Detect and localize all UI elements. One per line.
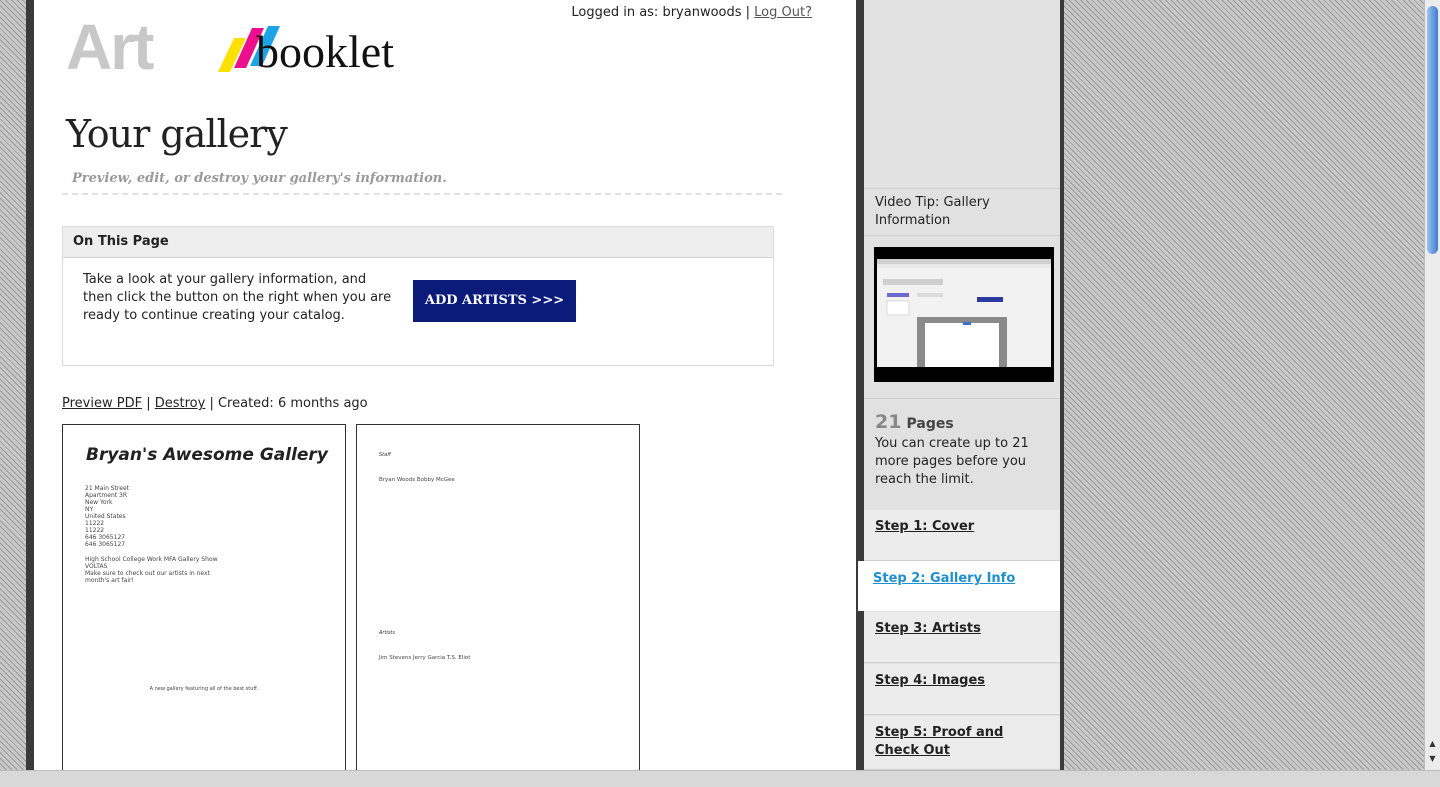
address-line: 11222	[85, 527, 105, 534]
pages-remaining: 21 Pages You can create up to 21 more pa…	[864, 398, 1060, 510]
step-images-link[interactable]: Step 4: Images	[864, 664, 1060, 715]
destroy-link[interactable]: Destroy	[155, 396, 206, 411]
step-cover-link[interactable]: Step 1: Cover	[864, 510, 1060, 561]
staff-names: Bryan Woods Bobby McGee	[379, 477, 455, 483]
pages-count: 21	[875, 411, 902, 433]
gallery-name: Bryan's Awesome Gallery	[86, 445, 328, 465]
scrollbar-thumb[interactable]	[1427, 6, 1438, 254]
logo-booklet-text: booklet	[256, 26, 394, 77]
main-content: Logged in as: bryanwoods | Log Out? Art …	[34, 0, 856, 770]
video-tip-thumbnail[interactable]	[874, 247, 1054, 382]
address-line: 646 3065127	[85, 534, 126, 541]
show-line: VOLTAS	[85, 563, 108, 570]
pages-description: You can create up to 21 more pages befor…	[875, 436, 1029, 487]
artbooklet-logo[interactable]: Art booklet	[66, 14, 426, 84]
screenshot-icon	[877, 259, 1051, 367]
address-line: 11222	[85, 520, 105, 527]
gallery-description: A new gallery featuring all of the best …	[149, 686, 259, 692]
separator: |	[142, 396, 155, 411]
window-frame-right	[1060, 0, 1064, 770]
page-title: Your gallery	[66, 112, 288, 156]
scroll-up-arrow-icon[interactable]: ▲	[1425, 737, 1440, 750]
show-line: Make sure to check out our artists in ne…	[85, 570, 210, 584]
video-tip-label: Video Tip: Gallery Information	[864, 188, 1060, 236]
step-gallery-info-link[interactable]: Step 2: Gallery Info	[858, 561, 1060, 611]
divider	[62, 193, 782, 195]
window-frame-left	[26, 0, 34, 770]
scroll-down-arrow-icon[interactable]: ▼	[1425, 752, 1440, 765]
sidebar: Video Tip: Gallery Information 21 Pages …	[864, 0, 1060, 770]
gallery-actions: Preview PDF | Destroy | Created: 6 month…	[62, 396, 368, 411]
page-subtitle: Preview, edit, or destroy your gallery's…	[72, 171, 447, 186]
address-line: New York	[85, 499, 113, 506]
address-line: United States	[85, 513, 126, 520]
login-status: Logged in as: bryanwoods | Log Out?	[571, 5, 812, 20]
pdf-preview-page-2: Staff Bryan Woods Bobby McGee Artists Ji…	[356, 424, 640, 770]
logo-art-text: Art	[66, 11, 154, 83]
sidebar-divider	[856, 0, 864, 770]
step-artists-link[interactable]: Step 3: Artists	[864, 612, 1060, 663]
artists-heading: Artists	[379, 630, 395, 636]
vertical-scrollbar[interactable]: ▲ ▼	[1424, 0, 1440, 770]
address-line: NY	[85, 506, 94, 513]
step-proof-checkout-link[interactable]: Step 5: Proof and Check Out	[864, 716, 1060, 770]
show-line: High School College Work MFA Gallery Sho…	[85, 556, 218, 563]
artist-names: Jim Stevens Jerry Garcia T.S. Eliot	[379, 655, 471, 661]
address-line: Apartment 3R	[85, 492, 127, 499]
pages-word: Pages	[906, 416, 954, 432]
logged-in-text: Logged in as: bryanwoods |	[571, 5, 751, 20]
video-screenshot	[877, 259, 1051, 367]
add-artists-button[interactable]: ADD ARTISTS >>>	[413, 280, 576, 322]
gallery-address: 21 Main Street Apartment 3R New York NY …	[85, 485, 129, 548]
address-line: 646 3065127	[85, 541, 126, 548]
pdf-preview-page-1: Bryan's Awesome Gallery 21 Main Street A…	[62, 424, 346, 770]
on-this-page-text: Take a look at your gallery information,…	[83, 272, 392, 323]
separator: |	[205, 396, 218, 411]
horizontal-scrollbar[interactable]	[0, 770, 1440, 787]
address-line: 21 Main Street	[85, 485, 130, 492]
staff-heading: Staff	[379, 452, 391, 458]
on-this-page-box: On This Page Take a look at your gallery…	[62, 226, 774, 366]
on-this-page-heading: On This Page	[63, 227, 773, 258]
created-text: Created: 6 months ago	[217, 396, 368, 411]
logout-link[interactable]: Log Out?	[754, 5, 812, 20]
gallery-show-info: High School College Work MFA Gallery Sho…	[85, 556, 225, 584]
preview-pdf-link[interactable]: Preview PDF	[62, 396, 142, 411]
